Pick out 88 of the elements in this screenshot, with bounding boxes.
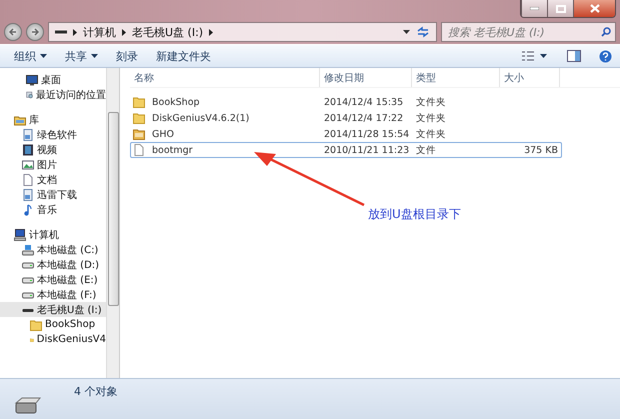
column-header[interactable]: 大小 bbox=[500, 68, 560, 87]
search-icon bbox=[601, 27, 611, 37]
minimize-icon bbox=[530, 7, 539, 10]
nav-item[interactable]: 本地磁盘 (F:) bbox=[0, 287, 106, 302]
column-header[interactable]: 名称 bbox=[130, 68, 320, 87]
nav-item[interactable]: 绿色软件 bbox=[0, 127, 106, 142]
size-cell-text: 375 KB bbox=[523, 144, 559, 156]
forward-button[interactable] bbox=[26, 23, 44, 41]
file-name: bootmgr bbox=[151, 144, 194, 156]
back-button[interactable] bbox=[4, 23, 22, 41]
toolbar-button[interactable]: 组织 bbox=[8, 46, 53, 66]
view-list-icon[interactable] bbox=[522, 51, 534, 61]
type-cell-text: 文件夹 bbox=[415, 112, 447, 124]
help-icon[interactable] bbox=[599, 50, 612, 62]
nav-item[interactable]: 本地磁盘 (D:) bbox=[0, 257, 106, 272]
file-name: GHO bbox=[151, 128, 175, 140]
nav-item[interactable]: 音乐 bbox=[0, 202, 106, 217]
column-header[interactable]: 类型 bbox=[412, 68, 500, 87]
chevron-right-icon bbox=[73, 28, 77, 36]
column-header[interactable]: 修改日期 bbox=[320, 68, 412, 87]
type-cell-text: 文件夹 bbox=[415, 128, 447, 140]
folder-icon bbox=[133, 96, 145, 108]
maximize-button[interactable] bbox=[547, 0, 573, 17]
preview-pane-icon[interactable] bbox=[567, 50, 581, 62]
document-library-icon bbox=[22, 188, 34, 200]
film-icon bbox=[22, 144, 34, 156]
nav-item[interactable]: 图片 bbox=[0, 157, 106, 172]
maximize-icon bbox=[556, 4, 566, 12]
nav-item[interactable]: 计算机 bbox=[0, 227, 106, 242]
dropdown-caret-icon bbox=[40, 54, 47, 58]
nav-item[interactable]: 桌面 bbox=[0, 72, 106, 87]
dropdown-caret-icon bbox=[91, 54, 98, 58]
nav-item[interactable]: BookShop bbox=[0, 317, 106, 332]
file-name: DiskGeniusV4.6.2(1) bbox=[151, 112, 250, 124]
file-name: BookShop bbox=[151, 96, 201, 108]
nav-item[interactable]: 最近访问的位置 bbox=[0, 87, 106, 102]
system-drive-icon bbox=[22, 244, 34, 256]
scrollbar[interactable] bbox=[106, 68, 120, 378]
annotation-text: 放到U盘根目录下 bbox=[368, 206, 461, 223]
breadcrumb-item[interactable]: 老毛桃U盘 (I:) bbox=[132, 24, 204, 40]
toolbar-button[interactable]: 共享 bbox=[59, 46, 104, 66]
close-icon bbox=[590, 4, 600, 13]
nav-item[interactable]: 老毛桃U盘 (I:) bbox=[0, 302, 106, 317]
music-note-icon bbox=[22, 204, 34, 216]
close-button[interactable] bbox=[573, 0, 615, 17]
back-arrow-icon bbox=[9, 28, 17, 36]
chevron-right-icon bbox=[122, 28, 126, 36]
date-cell-text: 2010/11/21 11:23 bbox=[323, 144, 410, 156]
folder-icon bbox=[133, 112, 145, 124]
forward-arrow-icon bbox=[31, 28, 39, 36]
dropdown-caret-icon[interactable] bbox=[403, 30, 410, 34]
scrollbar-thumb[interactable] bbox=[108, 112, 118, 306]
nav-item[interactable]: 本地磁盘 (C:) bbox=[0, 242, 106, 257]
nav-item[interactable]: 迅雷下载 bbox=[0, 187, 106, 202]
ghost-folder-icon bbox=[133, 128, 145, 140]
chevron-right-icon bbox=[209, 28, 214, 36]
type-cell-text: 文件夹 bbox=[415, 96, 447, 108]
file-row[interactable]: DiskGeniusV4.6.2(1) 2014/12/4 17:22 文件夹 bbox=[130, 110, 562, 126]
document-library-icon bbox=[22, 128, 34, 140]
file-row[interactable]: bootmgr 2010/11/21 11:23 文件 375 KB bbox=[130, 142, 562, 158]
file-row[interactable]: BookShop 2014/12/4 15:35 文件夹 bbox=[130, 94, 562, 110]
search-field[interactable]: 搜索 老毛桃U盘 (I:) bbox=[441, 22, 616, 42]
file-row[interactable]: GHO 2014/11/28 15:54 文件夹 bbox=[130, 126, 562, 142]
nav-item[interactable]: 视频 bbox=[0, 142, 106, 157]
nav-item[interactable]: 库 bbox=[0, 112, 106, 127]
minimize-button[interactable] bbox=[521, 0, 547, 17]
file-icon bbox=[133, 144, 145, 156]
nav-item[interactable]: 文档 bbox=[0, 172, 106, 187]
dropdown-caret-icon bbox=[540, 54, 547, 58]
nav-item[interactable]: 本地磁盘 (E:) bbox=[0, 272, 106, 287]
toolbar-button[interactable]: 新建文件夹 bbox=[150, 46, 217, 66]
computer-icon bbox=[14, 228, 26, 240]
date-cell-text: 2014/11/28 15:54 bbox=[323, 128, 410, 140]
address-bar[interactable]: 计算机 老毛桃U盘 (I:) bbox=[48, 22, 437, 42]
picture-icon bbox=[22, 158, 34, 170]
breadcrumb-item[interactable]: 计算机 bbox=[83, 24, 116, 40]
date-cell-text: 2014/12/4 15:35 bbox=[323, 96, 404, 108]
item-count: 4 个对象 bbox=[74, 384, 118, 398]
document-icon bbox=[22, 174, 34, 186]
refresh-icon[interactable] bbox=[416, 26, 430, 38]
date-cell-text: 2014/12/4 17:22 bbox=[323, 112, 404, 124]
type-cell-text: 文件 bbox=[415, 144, 437, 156]
usb-drive-icon bbox=[55, 30, 67, 34]
library-icon bbox=[14, 114, 26, 126]
monitor-icon bbox=[26, 74, 38, 86]
toolbar-button[interactable]: 刻录 bbox=[110, 46, 144, 66]
usb-drive-icon bbox=[14, 397, 42, 415]
nav-item[interactable]: DiskGeniusV4 bbox=[0, 332, 106, 347]
